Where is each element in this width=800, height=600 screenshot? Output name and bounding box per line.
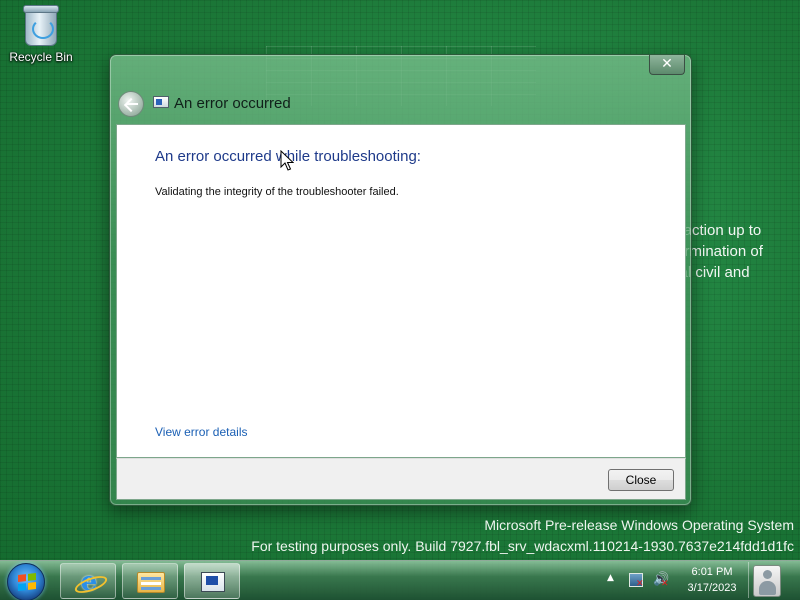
build-watermark: Microsoft Pre-release Windows Operating … <box>251 515 794 557</box>
network-disconnected-icon[interactable] <box>629 573 644 589</box>
watermark-line: Microsoft Pre-release Windows Operating … <box>484 517 794 533</box>
error-dialog: ✕ An error occurred An error occurred wh… <box>109 54 692 506</box>
start-button[interactable] <box>7 563 45 600</box>
troubleshooter-title-icon <box>153 96 169 108</box>
recycle-bin-icon <box>23 5 59 46</box>
window-close-button[interactable]: ✕ <box>649 55 685 75</box>
recycle-bin-shortcut[interactable]: Recycle Bin <box>6 5 76 64</box>
troubleshooter-app-icon <box>201 572 225 592</box>
view-error-details-link[interactable]: View error details <box>155 425 247 439</box>
clock-date: 3/17/2023 <box>687 582 737 594</box>
taskbar-windows-explorer[interactable] <box>122 563 178 599</box>
recycle-bin-label: Recycle Bin <box>9 50 73 64</box>
dialog-footer: Close <box>116 458 686 500</box>
back-arrow-icon[interactable] <box>118 91 144 117</box>
taskbar-internet-explorer[interactable]: e <box>60 563 116 599</box>
close-button[interactable]: Close <box>608 469 674 491</box>
mouse-cursor-icon <box>280 150 294 171</box>
tray-overflow-arrow-icon[interactable]: ▲ <box>607 573 614 583</box>
sound-muted-icon[interactable]: 🔊 <box>653 572 669 592</box>
user-account-icon[interactable] <box>753 565 781 597</box>
clock-time: 6:01 PM <box>691 566 733 578</box>
taskbar-troubleshooter-app[interactable] <box>184 563 240 599</box>
error-message: Validating the integrity of the troubles… <box>155 186 399 198</box>
system-clock[interactable]: 6:01 PM 3/17/2023 <box>680 564 744 596</box>
window-title: An error occurred <box>174 95 291 112</box>
internet-explorer-icon: e <box>76 569 102 595</box>
windows-logo-icon <box>18 573 36 591</box>
windows-explorer-icon <box>137 572 165 593</box>
dialog-content: An error occurred while troubleshooting:… <box>116 124 686 458</box>
watermark-line: For testing purposes only. Build 7927.fb… <box>251 538 794 554</box>
